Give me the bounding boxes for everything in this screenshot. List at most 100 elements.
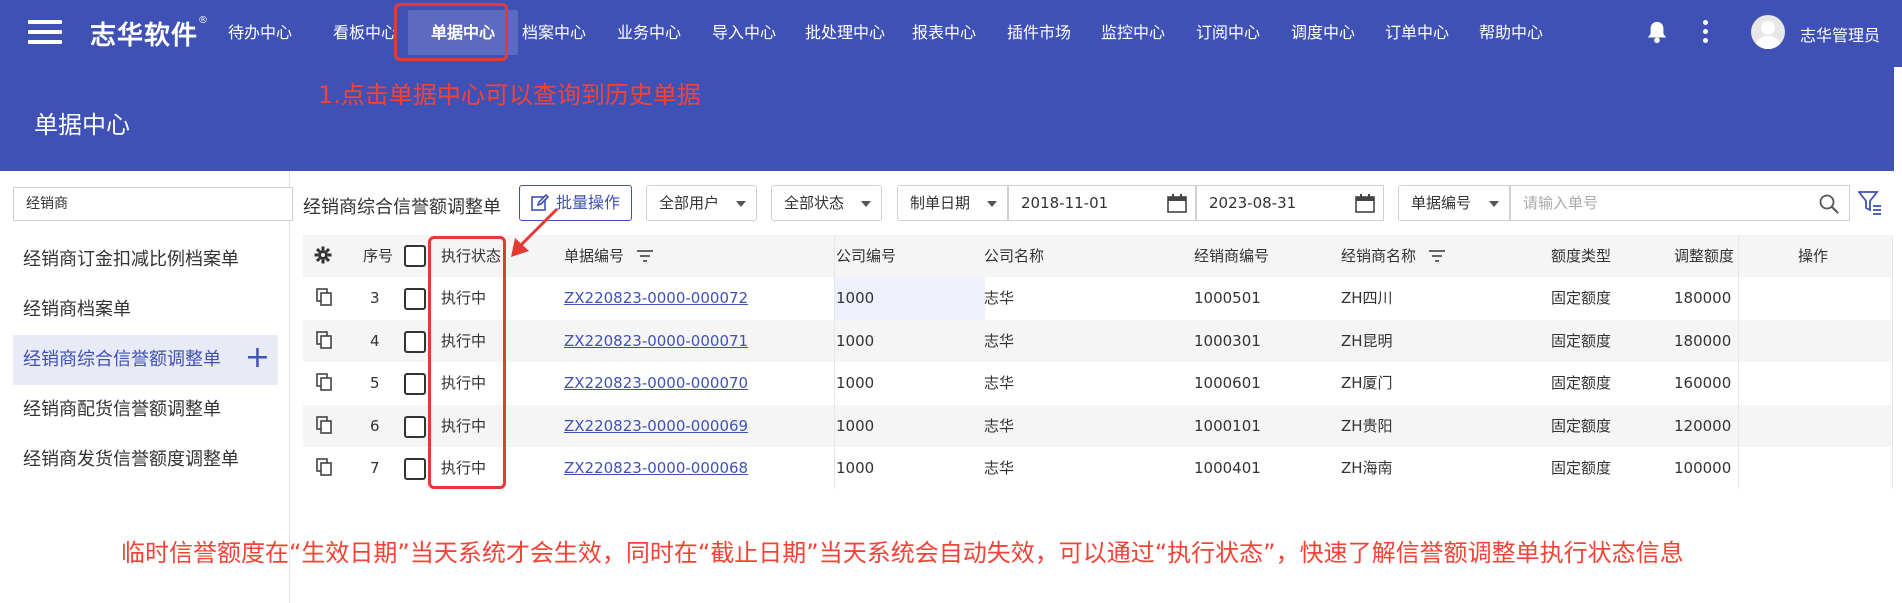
- sidebar-item-3[interactable]: 经销商配货信誉额调整单: [13, 385, 278, 435]
- search-icon[interactable]: [1819, 194, 1839, 214]
- filter-list-icon[interactable]: [636, 250, 654, 262]
- column-divider: [834, 235, 835, 489]
- status-filter-select[interactable]: 全部状态: [771, 185, 882, 221]
- table-row[interactable]: 3 执行中 ZX220823-0000-000072 1000 志华 1000501 ZH四…: [303, 277, 1893, 320]
- scrollbar-track: [1894, 67, 1902, 171]
- cell-dealer-code: 1000501: [1194, 289, 1261, 307]
- bell-icon[interactable]: [1646, 20, 1668, 44]
- sidebar-item-4[interactable]: 经销商发货信誉额度调整单: [13, 435, 278, 485]
- column-header-actions: 操作: [1798, 247, 1829, 265]
- column-header-dealer-name[interactable]: 经销商名称: [1341, 235, 1416, 277]
- nav-item-7[interactable]: 报表中心: [912, 0, 976, 67]
- nav-item-6[interactable]: 批处理中心: [805, 0, 885, 67]
- cell-adjust-amount: 100000: [1674, 459, 1732, 477]
- calendar-icon[interactable]: [1167, 194, 1187, 213]
- sidebar-item-label: 经销商发货信誉额度调整单: [23, 449, 239, 470]
- date-to-input[interactable]: 2023-08-31: [1196, 185, 1384, 221]
- row-checkbox[interactable]: [404, 330, 426, 353]
- cell-company-name: 志华: [984, 331, 1015, 350]
- column-header-dealer-code[interactable]: 经销商编号: [1194, 235, 1269, 277]
- row-checkbox[interactable]: [404, 373, 426, 395]
- copy-icon[interactable]: [316, 373, 332, 391]
- sidebar-item-label: 经销商配货信誉额调整单: [23, 399, 221, 420]
- cell-dealer-code: 1000601: [1194, 374, 1261, 392]
- cell-dealer-name: ZH四川: [1341, 289, 1393, 307]
- cell-doc-no[interactable]: ZX220823-0000-000069: [564, 405, 748, 448]
- user-name[interactable]: 志华管理员: [1800, 22, 1880, 46]
- cell-company-name: 志华: [984, 459, 1015, 477]
- sidebar-search-input[interactable]: 经销商: [13, 187, 293, 221]
- column-header-adjust-amount[interactable]: 调整额度: [1674, 235, 1734, 277]
- nav-item-9[interactable]: 监控中心: [1101, 0, 1165, 67]
- calendar-icon[interactable]: [1355, 194, 1375, 213]
- nav-item-13[interactable]: 帮助中心: [1479, 0, 1543, 67]
- column-divider: [1738, 235, 1739, 489]
- copy-icon[interactable]: [316, 288, 332, 306]
- search-field-select[interactable]: 单据编号: [1398, 185, 1510, 221]
- filter-funnel-icon[interactable]: [1858, 190, 1882, 216]
- nav-item-3[interactable]: 档案中心: [522, 0, 586, 67]
- column-header-company-name[interactable]: 公司名称: [984, 235, 1044, 277]
- filter-list-icon[interactable]: [1428, 250, 1446, 262]
- more-vert-icon[interactable]: [1701, 20, 1709, 44]
- nav-item-12[interactable]: 订单中心: [1385, 0, 1449, 67]
- row-checkbox[interactable]: [404, 288, 426, 310]
- table-row[interactable]: 4 执行中 ZX220823-0000-000071 1000 志华 1000301 ZH昆…: [303, 319, 1893, 363]
- table-row[interactable]: 5 执行中 ZX220823-0000-000070 1000 志华 1000601 ZH厦…: [303, 362, 1893, 405]
- page-title: 单据中心: [34, 111, 130, 139]
- table-row[interactable]: 6 执行中 ZX220823-0000-000069 1000 志华 1000101 ZH贵…: [303, 404, 1893, 448]
- row-checkbox[interactable]: [404, 458, 426, 480]
- nav-item-4[interactable]: 业务中心: [617, 0, 681, 67]
- cell-quota-type: 固定额度: [1551, 331, 1612, 350]
- sidebar-item-1[interactable]: 经销商档案单: [13, 285, 278, 335]
- cell-seq: 6: [370, 416, 380, 435]
- copy-icon[interactable]: [316, 330, 332, 349]
- document-table: 序号 执行状态 单据编号 公司编号 公司名称 经销商编号 经销商名称 额度类型 …: [303, 235, 1893, 490]
- cell-company-name: 志华: [984, 289, 1015, 307]
- search-field-value: 单据编号: [1411, 194, 1472, 212]
- menu-icon[interactable]: [28, 20, 62, 46]
- cell-dealer-code: 1000401: [1194, 459, 1261, 477]
- nav-item-11[interactable]: 调度中心: [1291, 0, 1355, 67]
- date-field-select[interactable]: 制单日期: [897, 185, 1008, 221]
- brand-logo[interactable]: 志华软件®: [90, 15, 209, 52]
- nav-item-0[interactable]: 待办中心: [228, 0, 292, 67]
- cell-doc-no[interactable]: ZX220823-0000-000071: [564, 320, 748, 363]
- column-header-company-code[interactable]: 公司编号: [836, 235, 896, 277]
- column-header-quota-type[interactable]: 额度类型: [1551, 235, 1611, 277]
- copy-icon[interactable]: [316, 458, 332, 476]
- sidebar-item-2[interactable]: 经销商综合信誉额调整单 +: [13, 335, 278, 385]
- chevron-down-icon: [987, 201, 997, 207]
- gear-icon[interactable]: [314, 246, 332, 264]
- cell-doc-no[interactable]: ZX220823-0000-000070: [564, 362, 748, 405]
- table-row[interactable]: 7 执行中 ZX220823-0000-000068 1000 志华 1000401 ZH海…: [303, 447, 1893, 490]
- nav-item-1[interactable]: 看板中心: [333, 0, 397, 67]
- cell-dealer-name: ZH昆明: [1341, 331, 1393, 350]
- copy-icon[interactable]: [316, 415, 332, 434]
- avatar[interactable]: [1751, 15, 1785, 49]
- date-field-value: 制单日期: [910, 194, 971, 212]
- date-from-input[interactable]: 2018-11-01: [1008, 185, 1196, 221]
- search-input[interactable]: 请输入单号: [1510, 185, 1850, 221]
- status-highlight-box: [428, 236, 506, 489]
- sidebar-item-0[interactable]: 经销商订金扣减比例档案单: [13, 235, 278, 285]
- chevron-down-icon: [861, 201, 871, 207]
- user-filter-select[interactable]: 全部用户: [646, 185, 757, 221]
- cell-dealer-name: ZH厦门: [1341, 374, 1393, 392]
- cell-dealer-code: 1000101: [1194, 416, 1261, 435]
- search-placeholder: 请输入单号: [1523, 194, 1599, 212]
- nav-item-8[interactable]: 插件市场: [1007, 0, 1071, 67]
- list-title: 经销商综合信誉额调整单: [303, 197, 501, 218]
- cell-quota-type: 固定额度: [1551, 374, 1612, 392]
- nav-item-10[interactable]: 订阅中心: [1196, 0, 1260, 67]
- cell-adjust-amount: 180000: [1674, 289, 1732, 307]
- cell-doc-no[interactable]: ZX220823-0000-000072: [564, 277, 748, 320]
- cell-adjust-amount: 120000: [1674, 416, 1732, 435]
- column-header-doc-no[interactable]: 单据编号: [564, 235, 624, 277]
- nav-item-5[interactable]: 导入中心: [712, 0, 776, 67]
- cell-doc-no[interactable]: ZX220823-0000-000068: [564, 447, 748, 490]
- add-icon[interactable]: +: [245, 335, 270, 381]
- batch-operation-label: 批量操作: [556, 193, 621, 212]
- select-all-checkbox[interactable]: [404, 245, 426, 267]
- row-checkbox[interactable]: [404, 415, 426, 438]
